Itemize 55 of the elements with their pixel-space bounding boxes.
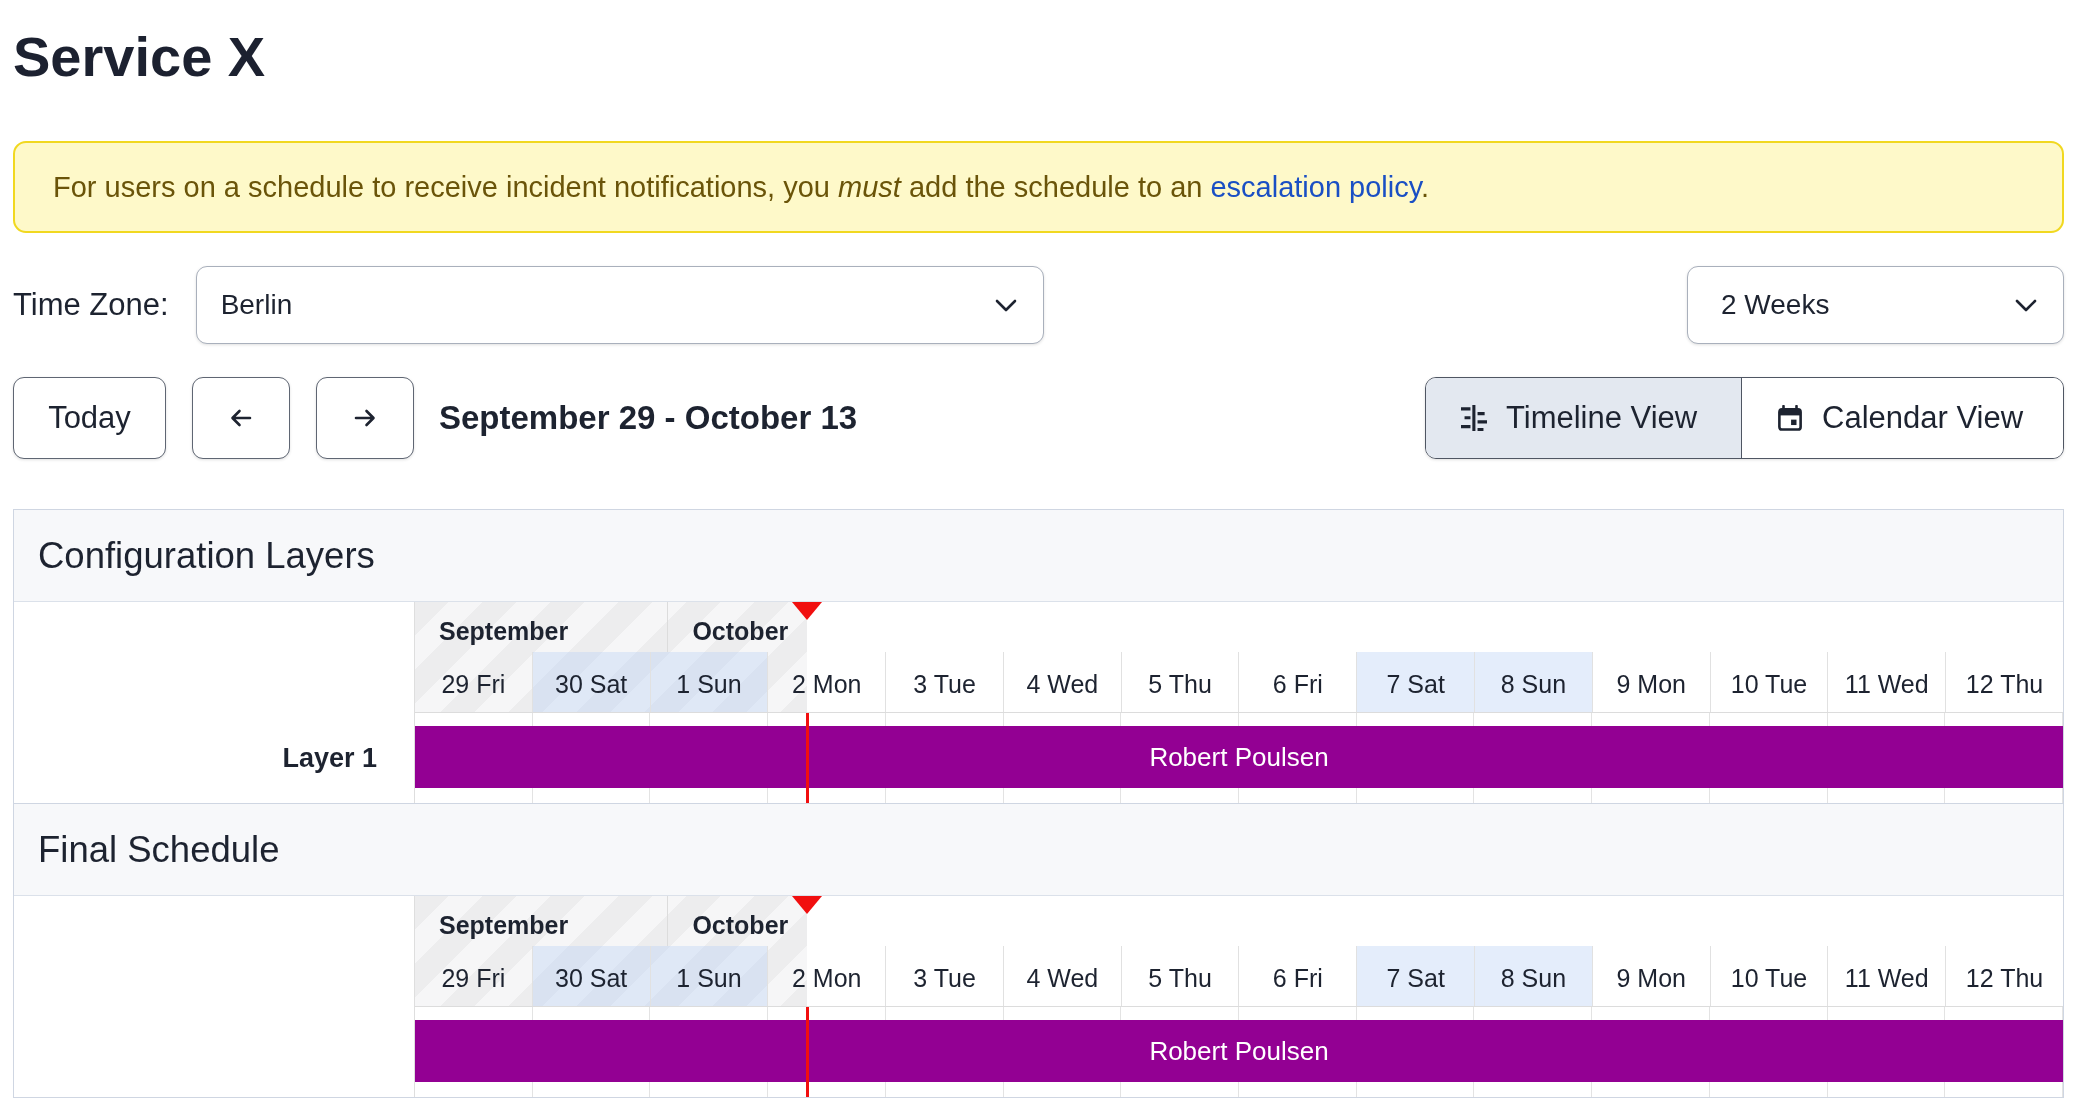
- escalation-policy-link[interactable]: escalation policy: [1210, 171, 1422, 203]
- day-header-cell: 7 Sat: [1357, 652, 1476, 712]
- on-call-shift[interactable]: Robert Poulsen: [415, 1020, 2063, 1082]
- day-header-cell: 8 Sun: [1475, 652, 1593, 712]
- month-label: October: [692, 910, 789, 940]
- day-header-cell: 4 Wed: [1003, 946, 1122, 1006]
- arrow-right-icon: [354, 409, 376, 427]
- time-zone-select[interactable]: Berlin: [195, 266, 1044, 344]
- range-select[interactable]: 2 Weeks: [1687, 266, 2064, 344]
- day-header-cell: 2 Mon: [768, 652, 887, 712]
- day-header-cell: 9 Mon: [1592, 946, 1711, 1006]
- day-header-cell: 3 Tue: [886, 946, 1004, 1006]
- chevron-down-icon: [2015, 298, 2037, 312]
- day-header-cell: 1 Sun: [650, 652, 769, 712]
- day-header-cell: 11 Wed: [1828, 652, 1947, 712]
- section-title: Configuration Layers: [38, 534, 375, 577]
- date-range: September 29 - October 13: [439, 399, 858, 437]
- chevron-down-icon: [994, 298, 1017, 312]
- view-tab[interactable]: Timeline View: [1426, 378, 1741, 458]
- time-zone-label: Time Zone:: [13, 287, 169, 323]
- arrow-left-icon: [230, 409, 252, 427]
- day-header-cell: 4 Wed: [1003, 652, 1122, 712]
- day-header-cell: 5 Thu: [1121, 946, 1240, 1006]
- day-header-cell: 2 Mon: [768, 946, 887, 1006]
- previous-button[interactable]: [192, 377, 290, 459]
- day-header-cell: 10 Tue: [1710, 946, 1829, 1006]
- day-header-cell: 11 Wed: [1828, 946, 1947, 1006]
- day-header-cell: 1 Sun: [650, 946, 769, 1006]
- day-header-cell-text: 12 Thu: [1964, 668, 2045, 700]
- day-header-cell: 30 Sat: [532, 652, 651, 712]
- day-header-cell: 3 Tue: [886, 652, 1004, 712]
- calendar-icon: [1777, 405, 1803, 431]
- view-tab[interactable]: Calendar View: [1741, 378, 2063, 458]
- next-button[interactable]: [316, 377, 414, 459]
- day-header-cell: 29 Fri: [415, 652, 533, 712]
- day-header-cell: 9 Mon: [1592, 652, 1711, 712]
- day-header-cell: 30 Sat: [532, 946, 651, 1006]
- page-title: Service X: [13, 24, 267, 90]
- month-label: September: [439, 616, 569, 646]
- day-header-cell: 5 Thu: [1121, 652, 1240, 712]
- day-header-cell: 7 Sat: [1357, 946, 1476, 1006]
- section-title: Final Schedule: [38, 828, 280, 871]
- day-header-cell: 29 Fri: [415, 946, 533, 1006]
- today-button[interactable]: Today: [13, 377, 166, 459]
- day-header-cell: 8 Sun: [1475, 946, 1593, 1006]
- day-header-cell: 6 Fri: [1239, 652, 1358, 712]
- day-header-cell: 10 Tue: [1710, 652, 1829, 712]
- notice-text: For users on a schedule to receive incident notifications, you must add the schedule to an escalation policy.: [53, 170, 1430, 205]
- month-label: September: [439, 910, 569, 940]
- timeline-icon: [1461, 405, 1487, 431]
- day-header-cell-text: 12 Thu: [1964, 962, 2045, 994]
- on-call-shift[interactable]: Robert Poulsen: [415, 726, 2063, 788]
- month-label: October: [692, 616, 789, 646]
- day-header-cell: 6 Fri: [1239, 946, 1358, 1006]
- layer-label: Layer 1: [282, 742, 377, 774]
